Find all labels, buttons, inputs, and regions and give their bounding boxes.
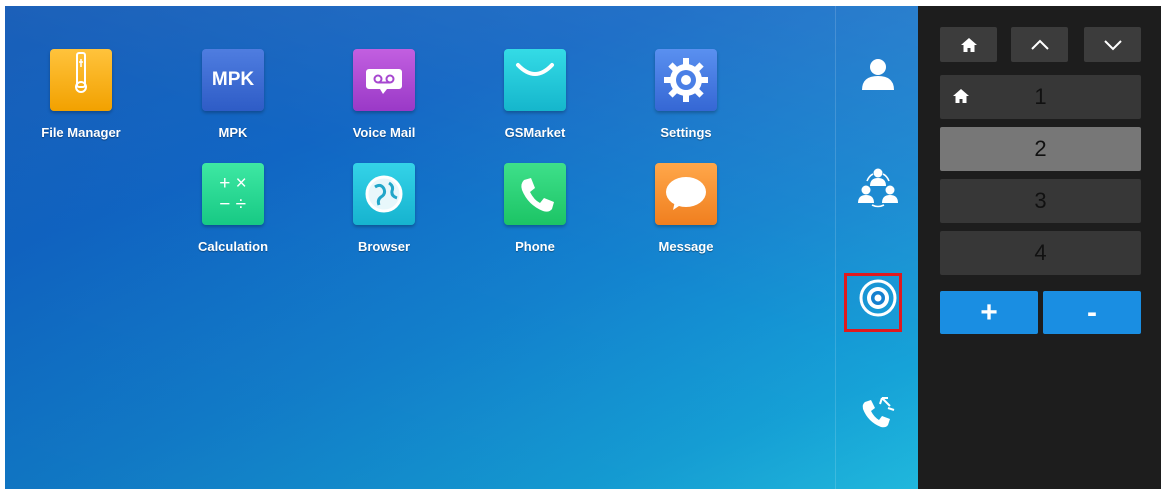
highlight-box [844,273,902,332]
line-key-4[interactable]: 4 [940,231,1141,275]
line-key-panel: 1 2 3 4 + - [918,6,1161,489]
app-message[interactable]: Message [631,163,741,254]
page-down-button[interactable] [1084,27,1141,62]
line-key-2[interactable]: 2 [940,127,1141,171]
gsmarket-icon [504,49,566,111]
app-settings[interactable]: Settings [631,49,741,140]
remove-line-label: - [1087,295,1097,329]
call-transfer-button[interactable] [850,384,906,440]
app-label: Message [658,239,714,254]
gear-icon [655,49,717,111]
app-label: Phone [515,239,555,254]
call-transfer-icon [862,397,895,428]
conference-icon [858,168,898,208]
phone-icon [504,163,566,225]
home-button[interactable] [940,27,997,62]
app-gsmarket[interactable]: GSMarket [480,49,590,140]
calculator-icon: + × − ÷ [202,163,264,225]
line-key-label: 4 [1034,240,1047,265]
add-line-label: + [980,295,998,329]
voicemail-icon [353,49,415,111]
chevron-down-icon [1103,39,1122,50]
app-mpk[interactable]: MPK MPK [178,49,288,140]
conference-button[interactable] [850,158,906,214]
app-voice-mail[interactable]: Voice Mail [329,49,439,140]
app-label: Calculation [197,239,269,254]
message-bubble-icon [655,163,717,225]
file-manager-icon [50,49,112,111]
app-phone[interactable]: Phone [480,163,590,254]
home-screen: File Manager MPK MPK Voice Mail GSMarket [5,6,918,489]
contacts-button[interactable] [850,46,906,102]
line-key-label: 1 [1034,84,1047,109]
app-file-manager[interactable]: File Manager [26,49,136,140]
page-up-button[interactable] [1011,27,1068,62]
app-browser[interactable]: Browser [329,163,439,254]
app-label: MPK [218,125,248,140]
line-key-label: 2 [1034,136,1047,161]
app-label: Voice Mail [352,125,416,140]
chevron-up-icon [1030,39,1049,50]
app-label: Settings [660,125,712,140]
app-label: File Manager [41,125,121,140]
app-calculation[interactable]: + × − ÷ Calculation [178,163,288,254]
line-key-label: 3 [1034,188,1047,213]
add-line-button[interactable]: + [940,291,1038,334]
remove-line-button[interactable]: - [1043,291,1141,334]
line-key-1[interactable]: 1 [940,75,1141,119]
contact-icon [862,59,894,90]
home-icon [960,37,977,52]
quick-launch-bar [835,6,918,489]
home-icon [953,89,969,103]
mpk-icon-text: MPK [211,69,255,90]
calculator-icon-symbols: + × − ÷ [219,173,247,215]
globe-icon [353,163,415,225]
wallpaper [5,6,918,489]
line-key-3[interactable]: 3 [940,179,1141,223]
app-label: Browser [357,239,411,254]
app-label: GSMarket [504,125,566,140]
mpk-icon: MPK [202,49,264,111]
